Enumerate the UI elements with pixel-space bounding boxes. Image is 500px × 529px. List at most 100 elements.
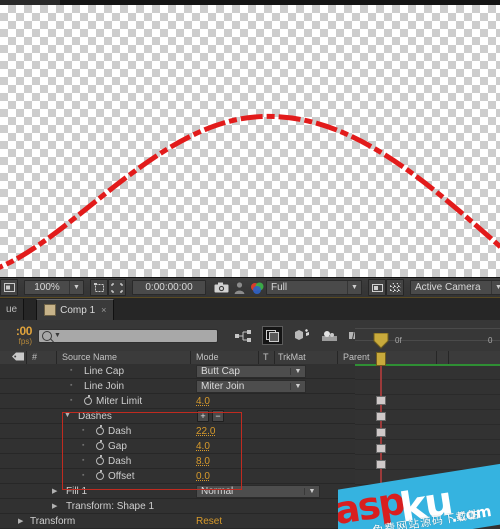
offset-value[interactable]: 0.0 xyxy=(196,471,210,482)
keyframe-marker[interactable] xyxy=(376,444,386,453)
viewer-toolbar: 100% ▼ 0:00:00:00 Full ▼ Active Camera ▼ xyxy=(0,277,500,298)
dim-dot: ▪ xyxy=(70,382,73,389)
chevron-down-icon[interactable]: ▼ xyxy=(304,488,319,495)
chevron-down-icon[interactable]: ▼ xyxy=(491,281,500,294)
composition-viewer-canvas[interactable] xyxy=(0,5,500,277)
hide-shy-layers-icon[interactable] xyxy=(292,327,311,344)
timeline-tab-bar: ue Comp 1 × xyxy=(0,298,500,321)
keyframe-marker[interactable] xyxy=(376,428,386,437)
resolution-value: Full xyxy=(271,282,288,293)
chevron-down-icon[interactable]: ▼ xyxy=(69,281,83,294)
close-icon[interactable]: × xyxy=(101,305,106,315)
after-effects-window: 100% ▼ 0:00:00:00 Full ▼ Active Camera ▼… xyxy=(0,0,500,529)
always-preview-icon[interactable] xyxy=(0,279,18,296)
twirl-down-icon[interactable]: ▼ xyxy=(64,412,71,419)
dim-dot: ▪ xyxy=(82,457,85,464)
stopwatch-icon[interactable] xyxy=(96,455,104,465)
row-dash-2[interactable]: ▪ Dash 8.0 xyxy=(0,454,355,469)
magnification-combo[interactable]: 100% ▼ xyxy=(24,280,84,295)
fill-mode-value: Normal xyxy=(201,486,234,497)
transform-reset-button[interactable]: Reset xyxy=(196,516,222,527)
draft-3d-icon[interactable] xyxy=(262,326,283,345)
keyframe-marker[interactable] xyxy=(376,396,386,405)
toggle-mask-paths-icon[interactable] xyxy=(368,279,386,296)
column-header-mode[interactable]: Mode xyxy=(196,352,219,362)
line-cap-dropdown[interactable]: Butt Cap ▼ xyxy=(196,365,306,378)
chevron-down-icon[interactable]: ▼ xyxy=(347,281,361,294)
row-label: Fill 1 xyxy=(66,486,88,497)
shape-layer-path xyxy=(0,113,500,270)
region-of-interest-icon[interactable] xyxy=(90,279,108,296)
camera-snapshot-icon[interactable] xyxy=(212,280,230,295)
show-snapshot-icon[interactable] xyxy=(230,280,248,295)
row-miter-limit[interactable]: Miter Limit ▪ 4.0 xyxy=(0,394,355,409)
grid-and-guides-icon[interactable] xyxy=(108,279,126,296)
stopwatch-icon[interactable] xyxy=(96,470,104,480)
twirl-right-icon[interactable]: ▶ xyxy=(52,502,57,510)
tab-comp-1-label: Comp 1 xyxy=(60,304,96,316)
row-transform-shape-1[interactable]: ▶ Transform: Shape 1 xyxy=(0,499,355,514)
row-line-cap[interactable]: Line Cap ▪ Butt Cap ▼ xyxy=(0,364,355,379)
column-header-number[interactable]: # xyxy=(32,352,37,362)
dim-dot: ▪ xyxy=(82,427,85,434)
search-icon xyxy=(42,330,52,341)
row-label: Transform xyxy=(30,516,76,527)
twirl-right-icon[interactable]: ▶ xyxy=(18,517,23,525)
timeline-ruler[interactable]: 0f 0 xyxy=(355,320,500,352)
timeline-graph-panel[interactable] xyxy=(355,352,500,529)
current-time-indicator-head[interactable] xyxy=(376,352,386,366)
composition-icon xyxy=(44,304,57,316)
column-header-source-name[interactable]: Source Name xyxy=(62,352,117,362)
timeline-fps: fps) xyxy=(18,337,32,346)
dash-1-value[interactable]: 22.0 xyxy=(196,426,215,437)
row-offset[interactable]: ▪ Offset 0.0 xyxy=(0,469,355,484)
timeline-timecode: :00 xyxy=(15,324,33,338)
row-gap[interactable]: ▪ Gap 4.0 xyxy=(0,439,355,454)
miter-limit-value[interactable]: 4.0 xyxy=(196,396,210,407)
ruler-line-top xyxy=(355,328,500,329)
chevron-down-icon[interactable]: ▼ xyxy=(290,368,305,375)
line-join-value: Miter Join xyxy=(201,381,245,392)
stopwatch-icon[interactable] xyxy=(84,395,92,405)
dim-dot: ▪ xyxy=(82,472,85,479)
column-header-t[interactable]: T xyxy=(263,352,269,362)
resolution-combo[interactable]: Full ▼ xyxy=(266,280,362,295)
chevron-down-icon[interactable]: ▼ xyxy=(290,383,305,390)
row-label: Miter Limit xyxy=(96,396,143,407)
row-transform[interactable]: ▶ Transform Reset xyxy=(0,514,355,529)
chevron-down-icon[interactable]: ▼ xyxy=(54,332,61,339)
tab-comp-1[interactable]: Comp 1 × xyxy=(36,299,115,320)
dash-2-value[interactable]: 8.0 xyxy=(196,456,210,467)
show-channel-icon[interactable] xyxy=(248,280,266,295)
stopwatch-icon[interactable] xyxy=(96,440,104,450)
row-line-join[interactable]: Line Join ▪ Miter Join ▼ xyxy=(0,379,355,394)
gap-value[interactable]: 4.0 xyxy=(196,441,210,452)
row-fill-1[interactable]: ▶ Fill 1 Normal ▼ xyxy=(0,484,355,499)
time-marker-icon[interactable] xyxy=(371,332,391,349)
magnification-value: 100% xyxy=(34,282,60,293)
row-label: Dashes xyxy=(78,411,112,422)
keyframe-marker[interactable] xyxy=(376,412,386,421)
timeline-current-time[interactable]: :00 fps) xyxy=(0,320,34,351)
row-label: Line Join xyxy=(84,381,125,392)
transparency-grid-icon[interactable] xyxy=(386,279,404,296)
row-dashes[interactable]: ▼ Dashes + − xyxy=(0,409,355,424)
composition-mini-flowchart-icon[interactable] xyxy=(234,327,253,344)
row-label: Dash xyxy=(108,456,132,467)
column-header-trkmat[interactable]: TrkMat xyxy=(278,352,306,362)
search-input[interactable]: ▼ xyxy=(38,328,218,343)
twirl-right-icon[interactable]: ▶ xyxy=(52,487,57,495)
camera-view-combo[interactable]: Active Camera ▼ xyxy=(410,280,500,295)
column-header-parent[interactable]: Parent xyxy=(343,352,370,362)
current-time-field[interactable]: 0:00:00:00 xyxy=(132,280,206,295)
frame-blending-icon[interactable] xyxy=(320,327,339,344)
tab-render-queue[interactable]: ue xyxy=(0,299,25,320)
stopwatch-icon[interactable] xyxy=(96,425,104,435)
keyframe-marker[interactable] xyxy=(376,460,386,469)
fill-mode-dropdown[interactable]: Normal ▼ xyxy=(196,485,320,498)
row-dash-1[interactable]: ▪ Dash 22.0 xyxy=(0,424,355,439)
remove-dash-button[interactable]: − xyxy=(212,410,224,422)
row-label: Gap xyxy=(108,441,127,452)
line-join-dropdown[interactable]: Miter Join ▼ xyxy=(196,380,306,393)
add-dash-button[interactable]: + xyxy=(197,410,209,422)
